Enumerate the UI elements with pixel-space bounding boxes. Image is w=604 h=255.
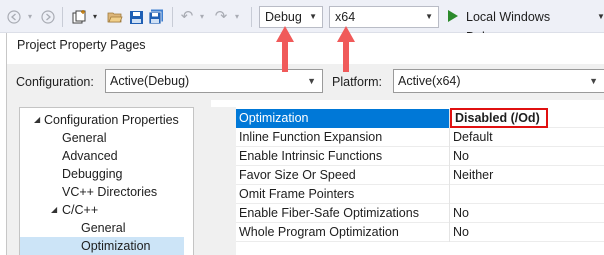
configuration-value: Active(Debug) (110, 74, 190, 88)
chevron-down-icon: ▼ (309, 12, 317, 21)
redo-icon[interactable]: ↷ (213, 8, 229, 26)
property-name: Omit Frame Pointers (239, 187, 355, 201)
tree-item-general[interactable]: General (62, 129, 106, 147)
property-row-enable-fiber-safe-optimizations[interactable]: Enable Fiber-Safe Optimizations No (236, 204, 604, 223)
chevron-down-icon: ▼ (425, 12, 433, 21)
property-row-omit-frame-pointers[interactable]: Omit Frame Pointers (236, 185, 604, 204)
configuration-label: Configuration: (16, 75, 94, 89)
expanded-arrow-icon[interactable]: ◢ (34, 111, 40, 129)
property-row-whole-program-optimization[interactable]: Whole Program Optimization No (236, 223, 604, 242)
forward-icon[interactable] (40, 8, 56, 26)
settings-tree[interactable]: ◢ Configuration Properties General Advan… (19, 107, 194, 255)
configuration-select[interactable]: Active(Debug) ▼ (105, 69, 323, 93)
property-name: Enable Intrinsic Functions (239, 149, 383, 163)
red-highlight-box (450, 108, 548, 128)
new-item-icon[interactable] (70, 8, 88, 26)
tree-item-c-cpp[interactable]: C/C++ (62, 201, 98, 219)
save-icon[interactable] (127, 8, 145, 26)
back-dropdown-icon[interactable]: ▾ (24, 8, 36, 26)
undo-dropdown-icon[interactable]: ▾ (197, 8, 207, 26)
property-name: Inline Function Expansion (239, 130, 383, 144)
platform-select[interactable]: Active(x64) ▼ (393, 69, 604, 93)
tree-item-debugging[interactable]: Debugging (62, 165, 122, 183)
property-row-enable-intrinsic-functions[interactable]: Enable Intrinsic Functions No (236, 147, 604, 166)
property-grid-margin (211, 107, 236, 255)
property-name: Enable Fiber-Safe Optimizations (239, 206, 419, 220)
property-value[interactable]: Neither (453, 166, 493, 185)
platform-label: Platform: (332, 75, 383, 89)
property-value[interactable]: No (453, 147, 469, 166)
property-name: Whole Program Optimization (239, 225, 399, 239)
column-divider (449, 147, 450, 166)
solution-configuration-value: Debug (265, 10, 302, 24)
expanded-arrow-icon[interactable]: ◢ (51, 201, 57, 219)
red-up-arrow-icon (276, 26, 294, 72)
back-icon[interactable] (6, 8, 22, 26)
tree-item-configuration-properties[interactable]: Configuration Properties (44, 111, 179, 129)
property-name: Favor Size Or Speed (239, 168, 356, 182)
configuration-bar: Configuration: Active(Debug) ▼ Platform:… (7, 64, 604, 100)
chevron-down-icon[interactable]: ▼ (597, 7, 604, 27)
column-divider (449, 223, 450, 242)
property-pages-dialog: Project Property Pages Configuration: Ac… (6, 33, 604, 255)
property-row-optimization[interactable]: Optimization Disabled (/Od) (236, 108, 604, 128)
new-item-dropdown-icon[interactable]: ▾ (90, 8, 100, 26)
property-name: Optimization (239, 111, 309, 125)
column-divider (449, 166, 450, 185)
redo-dropdown-icon[interactable]: ▾ (232, 8, 242, 26)
dialog-title: Project Property Pages (17, 38, 146, 52)
tree-item-optimization[interactable]: Optimization (20, 237, 184, 255)
property-row-inline-function-expansion[interactable]: Inline Function Expansion Default (236, 128, 604, 147)
property-value[interactable]: No (453, 204, 469, 223)
toolbar-separator (62, 7, 63, 27)
chevron-down-icon: ▼ (589, 76, 598, 86)
solution-configuration-combo[interactable]: Debug ▼ (259, 6, 323, 28)
column-divider (449, 204, 450, 223)
property-row-favor-size-or-speed[interactable]: Favor Size Or Speed Neither (236, 166, 604, 185)
property-value[interactable]: Default (453, 128, 493, 147)
platform-value: Active(x64) (398, 74, 461, 88)
property-value[interactable]: No (453, 223, 469, 242)
undo-icon[interactable]: ↶ (179, 8, 195, 26)
solution-platform-value: x64 (335, 10, 356, 24)
solution-platform-combo[interactable]: x64 ▼ (329, 6, 439, 28)
column-divider (449, 185, 450, 204)
tree-item-vc-directories[interactable]: VC++ Directories (62, 183, 157, 201)
play-icon[interactable] (448, 10, 458, 22)
main-toolbar: ▾ ▾ ↶ ▾ ↷ ▾ Debug ▼ x64 ▼ Local Windows … (0, 0, 604, 44)
tree-item-c-cpp-general[interactable]: General (81, 219, 125, 237)
tree-item-advanced[interactable]: Advanced (62, 147, 118, 165)
open-folder-icon[interactable] (106, 8, 124, 26)
save-all-icon[interactable] (147, 8, 165, 26)
chevron-down-icon: ▼ (307, 76, 316, 86)
property-grid: Optimization Disabled (/Od) Inline Funct… (211, 107, 604, 255)
toolbar-separator (251, 7, 252, 27)
column-divider (449, 128, 450, 147)
red-up-arrow-icon (337, 26, 355, 72)
toolbar-separator (172, 7, 173, 27)
